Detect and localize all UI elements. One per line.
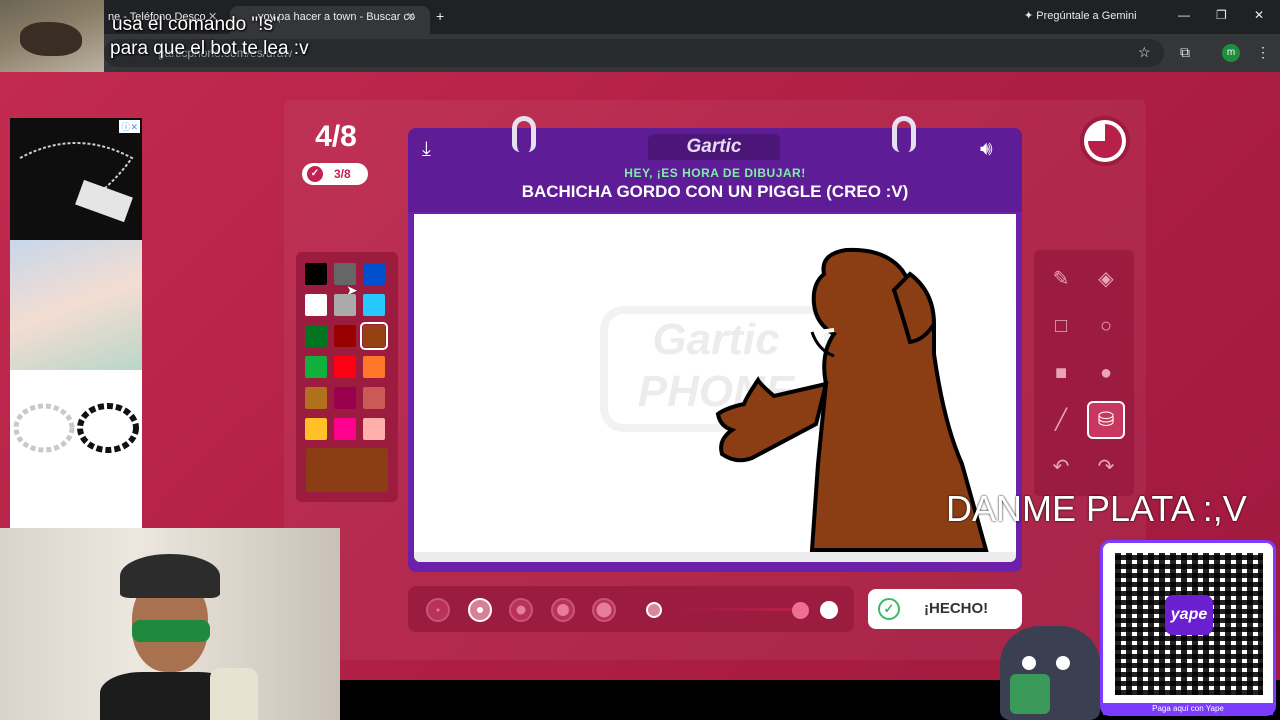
check-icon: ✓ (307, 166, 323, 182)
close-icon[interactable]: ✕ (406, 10, 415, 23)
gemini-button[interactable]: ✦ Pregúntale a Gemini (1024, 9, 1137, 22)
timer-icon (1080, 116, 1130, 166)
minimize-icon[interactable]: — (1178, 8, 1190, 22)
color-swatch[interactable] (334, 418, 356, 440)
done-count-badge: ✓ 3/8 (302, 163, 368, 185)
done-button[interactable]: ✓ ¡HECHO! (868, 589, 1022, 629)
dog-drawing (715, 247, 989, 552)
overlay-bot-text: para que el bot te lea :v (110, 38, 309, 59)
line-icon[interactable]: ╱ (1042, 401, 1080, 439)
draw-hint: HEY, ¡ES HORA DE DIBUJAR! (624, 166, 806, 180)
circle-outline-icon[interactable]: ○ (1087, 307, 1125, 345)
color-swatch[interactable] (363, 418, 385, 440)
color-swatch[interactable] (334, 387, 356, 409)
color-swatch[interactable] (363, 263, 385, 285)
ring-icon (892, 116, 916, 152)
yape-logo: yape (1165, 595, 1213, 635)
ad-anime-image[interactable] (10, 240, 142, 370)
color-swatch[interactable] (305, 263, 327, 285)
brush-size-option[interactable] (550, 598, 575, 622)
donation-text: DANME PLATA :,V (946, 488, 1247, 529)
eraser-icon[interactable]: ◈ (1087, 260, 1125, 298)
color-swatch[interactable] (305, 356, 327, 378)
webcam-feed (0, 528, 340, 720)
gemini-label: Pregúntale a Gemini (1036, 10, 1137, 22)
color-swatch[interactable] (305, 294, 327, 316)
board-foot (414, 552, 1016, 562)
rect-fill-icon[interactable]: ■ (1042, 354, 1080, 392)
bucket-icon[interactable]: ⛁ (1087, 401, 1125, 439)
qr-caption: Paga aquí con Yape (1103, 703, 1273, 715)
opacity-high-icon[interactable] (820, 601, 838, 619)
streamer (100, 546, 258, 720)
color-swatch[interactable] (305, 418, 327, 440)
pencil-icon[interactable]: ✎ (1042, 260, 1080, 298)
maximize-icon[interactable]: ❐ (1216, 8, 1227, 22)
done-count: 3/8 (334, 167, 351, 181)
star-icon[interactable]: ☆ (1138, 44, 1151, 61)
menu-icon[interactable]: ⋮ (1256, 44, 1270, 61)
color-swatch[interactable] (334, 356, 356, 378)
rect-outline-icon[interactable]: □ (1042, 307, 1080, 345)
ad-necklace[interactable]: ⓘ✕ (10, 118, 142, 240)
drawing-prompt: BACHICHA GORDO CON UN PIGGLE (CREO :V) (521, 182, 909, 201)
opacity-knob[interactable] (792, 602, 809, 619)
done-label: ¡HECHO! (924, 600, 989, 617)
ad-bracelets-image[interactable] (10, 386, 142, 476)
drawing-canvas[interactable]: Gartic PHONE (414, 214, 1016, 552)
color-swatch[interactable] (305, 325, 327, 347)
brand-logo: Gartic (648, 134, 780, 160)
color-swatch[interactable] (363, 387, 385, 409)
ad-info-icon[interactable]: ⓘ✕ (119, 120, 140, 133)
ring-icon (512, 116, 536, 152)
opacity-slider[interactable] (674, 608, 802, 611)
current-color (306, 448, 388, 492)
brush-size-option[interactable] (467, 598, 492, 622)
dog-photo (0, 0, 104, 78)
qr-code: yape Paga aquí con Yape (1100, 540, 1276, 716)
color-swatch[interactable] (334, 325, 356, 347)
drawing-board: Gartic HEY, ¡ES HORA DE DIBUJAR! BACHICH… (408, 116, 1022, 572)
brush-size-option[interactable] (426, 598, 450, 622)
check-icon: ✓ (878, 598, 900, 620)
new-tab-icon[interactable]: + (436, 8, 444, 24)
circle-fill-icon[interactable]: ● (1087, 354, 1125, 392)
volume-icon[interactable]: 🔊︎ (980, 138, 993, 161)
ad-sidebar[interactable]: ⓘ✕ (10, 118, 142, 528)
undo-icon[interactable]: ↶ (1042, 448, 1080, 486)
avatar[interactable]: m (1222, 44, 1240, 62)
color-swatch[interactable] (363, 294, 385, 316)
brush-size-option[interactable] (592, 598, 616, 622)
close-window-icon[interactable]: ✕ (1254, 8, 1264, 22)
color-swatch[interactable] (360, 322, 388, 350)
color-swatch[interactable] (305, 387, 327, 409)
redo-icon[interactable]: ↷ (1087, 448, 1125, 486)
overlay-command-text: usa el comando "!s" (112, 14, 280, 35)
opacity-low-icon[interactable] (646, 602, 662, 618)
mascot-image (1000, 626, 1100, 720)
brush-size-option[interactable] (509, 598, 533, 622)
extensions-icon[interactable]: ⧉ (1180, 44, 1190, 61)
board-header: Gartic HEY, ¡ES HORA DE DIBUJAR! BACHICH… (408, 116, 1022, 212)
download-icon[interactable]: ⤓ (422, 138, 431, 161)
mouse-cursor-icon: ➤ (346, 282, 358, 298)
round-counter: 4/8 (315, 120, 357, 153)
color-swatch[interactable] (363, 356, 385, 378)
tab-label: voy pa hacer a town - Buscar co (258, 11, 416, 23)
